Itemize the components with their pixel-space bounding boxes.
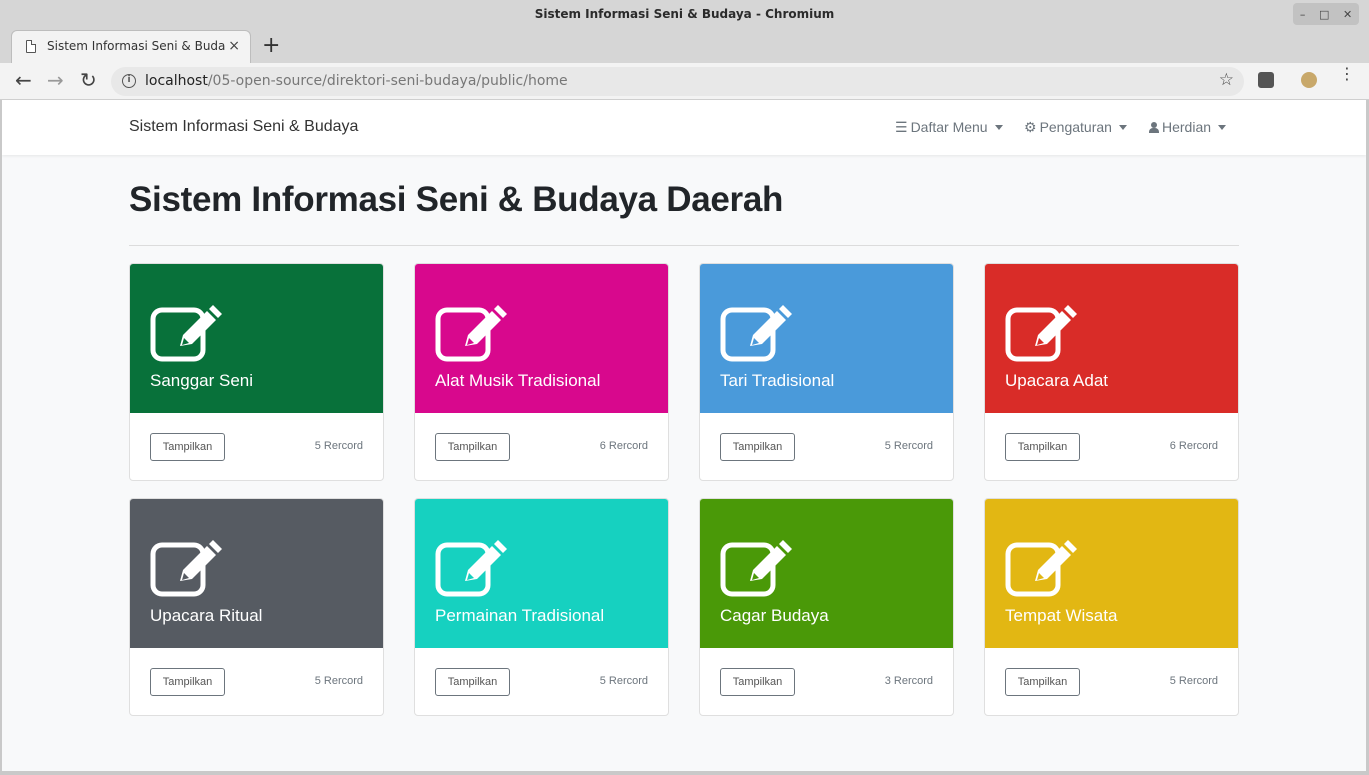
card-upacara-ritual: Upacara Ritual Tampilkan 5 Rercord — [129, 498, 384, 716]
record-count: 3 Rercord — [884, 675, 933, 687]
edit-icon — [150, 540, 222, 597]
forward-arrow-icon[interactable]: → — [47, 69, 64, 91]
card-title: Permainan Tradisional — [435, 606, 605, 625]
card-title: Alat Musik Tradisional — [435, 371, 601, 390]
info-icon[interactable]: i — [122, 74, 136, 88]
new-tab-button[interactable]: + — [262, 33, 280, 58]
navbar: Sistem Informasi Seni & Budaya ☰ Daftar M… — [2, 100, 1366, 155]
close-window-icon[interactable]: ✕ — [1343, 8, 1352, 21]
address-bar[interactable]: i localhost/05-open-source/direktori-sen… — [111, 67, 1244, 96]
record-count: 6 Rercord — [1169, 440, 1218, 452]
edit-icon — [1005, 305, 1077, 362]
record-count: 5 Rercord — [314, 675, 363, 687]
nav-daftar-menu-label: Daftar Menu — [910, 119, 988, 135]
card-title: Cagar Budaya — [720, 606, 829, 625]
page-title: Sistem Informasi Seni & Budaya Daerah — [129, 180, 784, 219]
tampilkan-button[interactable]: Tampilkan — [720, 668, 795, 696]
window-controls: – □ ✕ — [1293, 3, 1359, 25]
card-cagar-budaya: Cagar Budaya Tampilkan 3 Rercord — [699, 498, 954, 716]
tampilkan-button[interactable]: Tampilkan — [150, 433, 225, 461]
edit-icon — [720, 540, 792, 597]
tampilkan-button[interactable]: Tampilkan — [435, 668, 510, 696]
tampilkan-button[interactable]: Tampilkan — [1005, 668, 1080, 696]
card-upacara-adat: Upacara Adat Tampilkan 6 Rercord — [984, 263, 1239, 481]
browser-toolbar: ← → ↻ i localhost/05-open-source/direkto… — [0, 63, 1369, 100]
minimize-icon[interactable]: – — [1300, 8, 1306, 21]
record-count: 5 Rercord — [1169, 675, 1218, 687]
back-arrow-icon[interactable]: ← — [15, 69, 32, 91]
caret-down-icon — [1218, 125, 1227, 130]
edit-icon — [435, 540, 507, 597]
window-titlebar: Sistem Informasi Seni & Budaya - Chromiu… — [0, 0, 1369, 30]
extension-icon[interactable] — [1258, 72, 1274, 88]
tampilkan-button[interactable]: Tampilkan — [720, 433, 795, 461]
card-tempat-wisata: Tempat Wisata Tampilkan 5 Rercord — [984, 498, 1239, 716]
window-title: Sistem Informasi Seni & Budaya - Chromiu… — [534, 7, 835, 21]
record-count: 6 Rercord — [599, 440, 648, 452]
url-host: localhost — [145, 73, 208, 89]
browser-menu-icon[interactable]: ⋮ — [1339, 66, 1355, 82]
caret-down-icon — [1118, 125, 1127, 130]
maximize-icon[interactable]: □ — [1319, 8, 1329, 21]
nav-daftar-menu[interactable]: ☰ Daftar Menu — [895, 119, 1003, 136]
reload-icon[interactable]: ↻ — [80, 69, 97, 91]
tampilkan-button[interactable]: Tampilkan — [150, 668, 225, 696]
address-url[interactable]: localhost/05-open-source/direktori-seni-… — [145, 73, 568, 89]
bookmark-star-icon[interactable]: ☆ — [1219, 70, 1234, 90]
divider — [129, 245, 1239, 246]
page-viewport: Sistem Informasi Seni & Budaya ☰ Daftar M… — [2, 100, 1366, 771]
bars-icon: ☰ — [895, 119, 908, 135]
profile-avatar-icon[interactable] — [1301, 72, 1317, 88]
card-title: Tari Tradisional — [720, 371, 835, 390]
edit-icon — [435, 305, 507, 362]
cogs-icon: ⚙ — [1024, 119, 1037, 135]
record-count: 5 Rercord — [314, 440, 363, 452]
nav-pengaturan[interactable]: ⚙ Pengaturan — [1024, 119, 1127, 136]
caret-down-icon — [994, 125, 1003, 130]
nav-user[interactable]: Herdian — [1149, 119, 1227, 135]
nav-pengaturan-label: Pengaturan — [1039, 119, 1112, 135]
card-title: Sanggar Seni — [150, 371, 254, 390]
document-icon — [26, 40, 36, 53]
tab-title: Sistem Informasi Seni & Budaya — [47, 39, 225, 53]
url-path: /05-open-source/direktori-seni-budaya/pu… — [207, 73, 568, 89]
card-tari-tradisional: Tari Tradisional Tampilkan 5 Rercord — [699, 263, 954, 481]
card-permainan-tradisional: Permainan Tradisional Tampilkan 5 Rercor… — [414, 498, 669, 716]
card-sanggar-seni: Sanggar Seni Tampilkan 5 Rercord — [129, 263, 384, 481]
edit-icon — [150, 305, 222, 362]
card-title: Upacara Ritual — [150, 606, 263, 625]
tab-strip: Sistem Informasi Seni & Budaya × + — [0, 30, 1369, 63]
nav-user-label: Herdian — [1162, 119, 1212, 135]
edit-icon — [1005, 540, 1077, 597]
tab-close-icon[interactable]: × — [228, 38, 240, 54]
card-alat-musik-tradisional: Alat Musik Tradisional Tampilkan 6 Rerco… — [414, 263, 669, 481]
tampilkan-button[interactable]: Tampilkan — [1005, 433, 1080, 461]
user-icon — [1149, 122, 1159, 133]
tampilkan-button[interactable]: Tampilkan — [435, 433, 510, 461]
card-title: Tempat Wisata — [1005, 606, 1118, 625]
card-title: Upacara Adat — [1005, 371, 1109, 390]
record-count: 5 Rercord — [599, 675, 648, 687]
record-count: 5 Rercord — [884, 440, 933, 452]
navbar-brand[interactable]: Sistem Informasi Seni & Budaya — [129, 118, 358, 136]
edit-icon — [720, 305, 792, 362]
browser-tab[interactable]: Sistem Informasi Seni & Budaya × — [11, 30, 251, 63]
